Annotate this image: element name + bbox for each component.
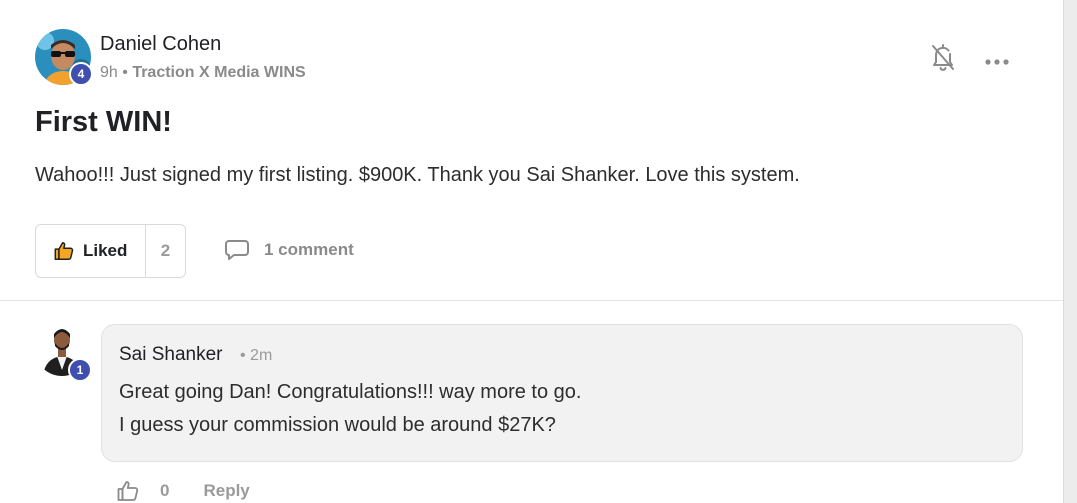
- comments-button[interactable]: 1 comment: [224, 238, 354, 262]
- post-time: 9h: [100, 64, 118, 81]
- post-author-name[interactable]: Daniel Cohen: [100, 33, 221, 56]
- like-button-label: Liked: [83, 241, 128, 260]
- meta-separator: •: [122, 64, 128, 81]
- like-count[interactable]: 2: [146, 225, 185, 277]
- comment-count-label: 1 comment: [264, 240, 354, 259]
- speech-bubble-icon: [224, 238, 250, 262]
- like-control: Liked 2: [35, 224, 186, 278]
- comment-text-line-2: I guess your commission would be around …: [119, 414, 556, 436]
- post-body: Wahoo!!! Just signed my first listing. $…: [35, 164, 800, 186]
- comment-actions: 0 Reply: [116, 479, 250, 503]
- section-divider: [0, 300, 1063, 301]
- author-level-badge: 4: [69, 62, 93, 86]
- post-title: First WIN!: [35, 106, 172, 138]
- post-group-link[interactable]: Traction X Media WINS: [132, 64, 305, 81]
- commenter-level-badge: 1: [68, 358, 92, 382]
- bell-off-icon[interactable]: [929, 42, 957, 72]
- scrollbar-track[interactable]: [1063, 0, 1077, 503]
- comment-time: • 2m: [240, 347, 273, 364]
- more-options-icon[interactable]: [985, 53, 1009, 65]
- comment-author-name[interactable]: Sai Shanker: [119, 344, 223, 366]
- like-button[interactable]: Liked: [36, 225, 146, 277]
- thumbs-up-icon: [53, 240, 75, 262]
- comment-like-count: 0: [160, 481, 170, 500]
- comment-text-line-1: Great going Dan! Congratulations!!! way …: [119, 381, 582, 403]
- comment-bubble: Sai Shanker • 2m Great going Dan! Congra…: [101, 324, 1023, 462]
- reply-button[interactable]: Reply: [203, 481, 249, 501]
- post-meta: 9h • Traction X Media WINS: [100, 64, 306, 82]
- comment-like-icon[interactable]: [116, 479, 140, 503]
